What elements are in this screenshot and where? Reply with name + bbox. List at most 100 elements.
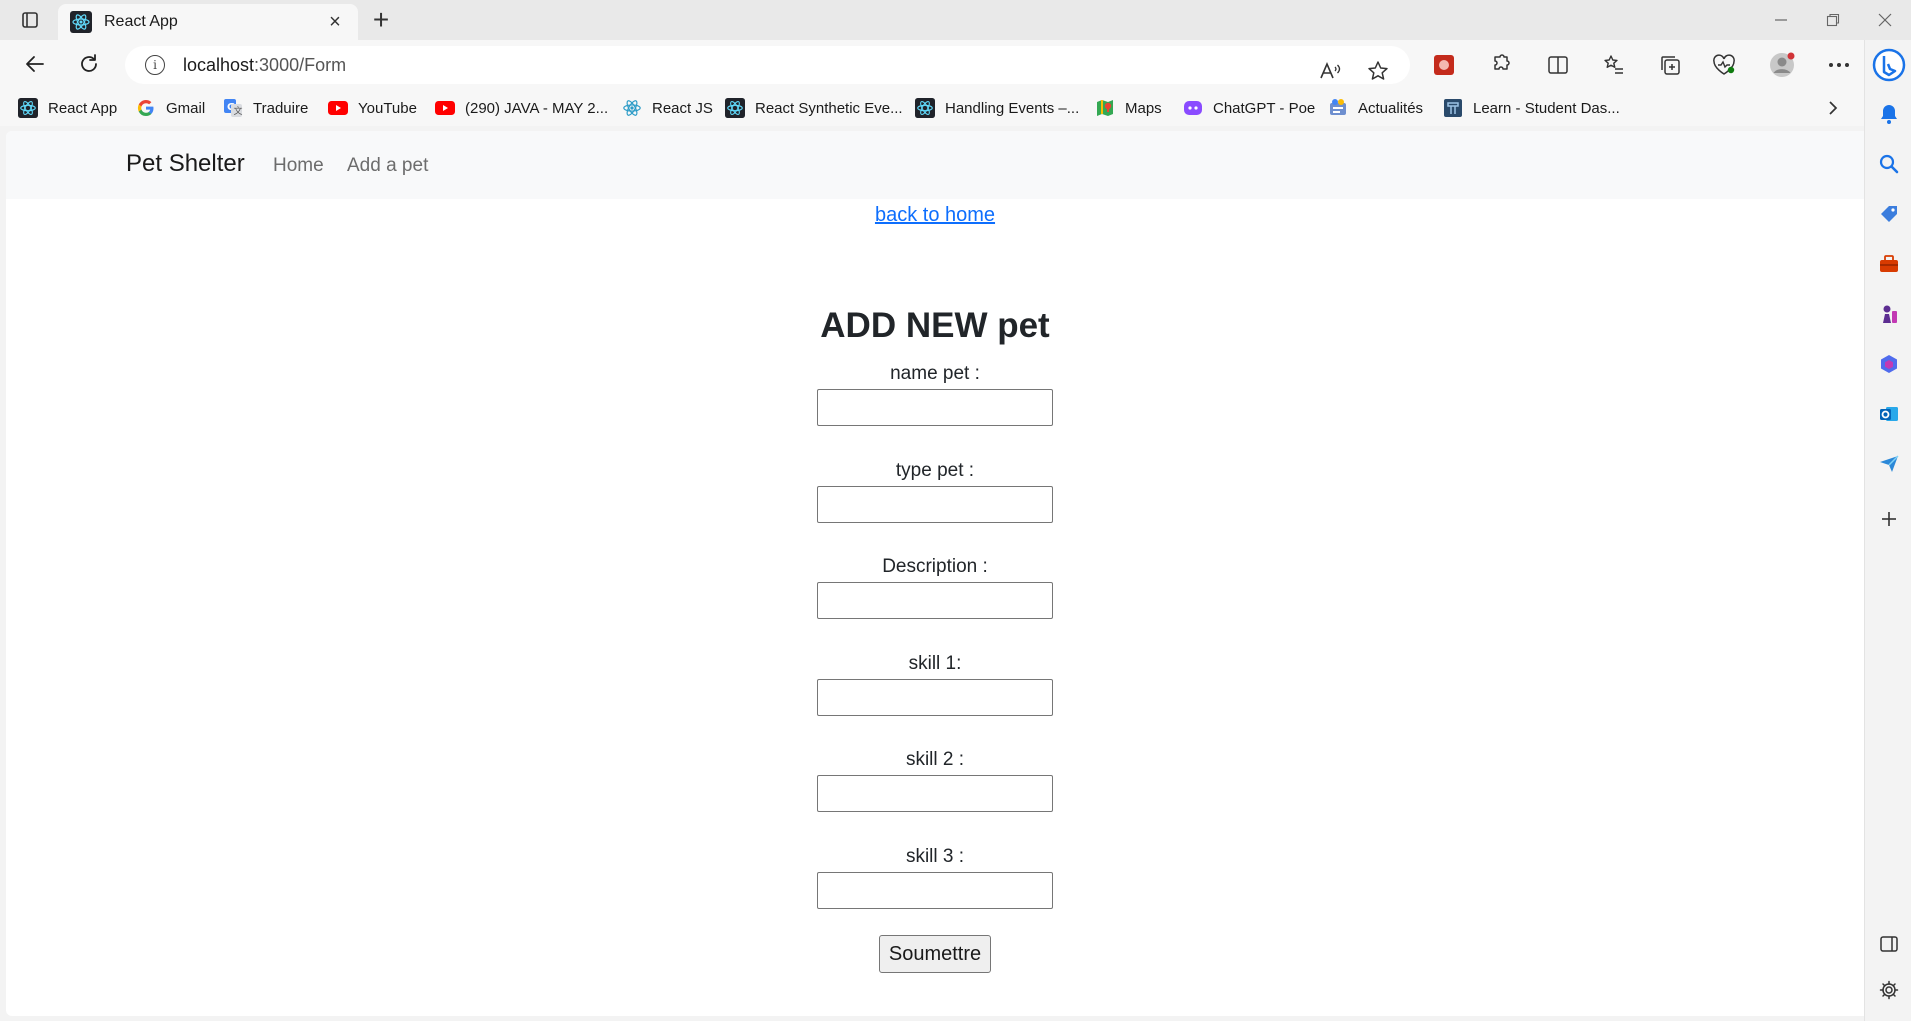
back-link-container: back to home [6, 204, 1864, 227]
tab-react-app[interactable]: React App × [58, 4, 358, 40]
office-icon [1881, 355, 1897, 373]
browser-essentials-button[interactable] [1707, 48, 1741, 82]
type-pet-input[interactable] [817, 486, 1053, 523]
notifications-button[interactable] [1875, 100, 1903, 128]
split-screen-button[interactable] [1541, 48, 1575, 82]
extension-red-icon [1434, 55, 1454, 75]
copilot-button[interactable] [1872, 48, 1906, 82]
skill-3-input[interactable] [817, 872, 1053, 909]
bookmark-chatgpt-poe[interactable]: ChatGPT - Poe [1183, 96, 1315, 120]
name-pet-field: name pet : [6, 361, 1864, 431]
bookmark-react-app[interactable]: React App [18, 96, 117, 120]
description-field: Description : [6, 554, 1864, 624]
outlook-icon [1880, 407, 1898, 421]
react-icon [725, 98, 745, 118]
bookmark-react-js[interactable]: React JS [622, 96, 713, 120]
react-icon [915, 98, 935, 118]
bookmark-label: Gmail [166, 99, 206, 117]
arrow-left-icon [26, 56, 44, 72]
bookmark-maps[interactable]: Maps [1095, 96, 1162, 120]
submit-button[interactable]: Soumettre [878, 935, 992, 973]
hide-sidebar-button[interactable] [1875, 930, 1903, 958]
extensions-button[interactable] [1483, 48, 1517, 82]
type-pet-field: type pet : [6, 458, 1864, 528]
back-to-home-link[interactable]: back to home [875, 204, 995, 226]
submit-container: Soumettre [6, 935, 1864, 973]
send-drop-icon [1880, 455, 1899, 472]
sidebar-settings-button[interactable] [1875, 976, 1903, 1004]
refresh-button[interactable] [72, 48, 106, 80]
bookmark-label: React JS [652, 99, 713, 117]
address-bar[interactable]: i localhost:3000/Form [125, 46, 1410, 84]
games-button[interactable] [1875, 300, 1903, 328]
description-label: Description : [882, 556, 988, 577]
collections-icon [1661, 56, 1680, 75]
back-button[interactable] [18, 48, 52, 80]
browser-window: React App × + i localhost:3000/Form Reac… [0, 0, 1911, 1021]
skill-2-input[interactable] [817, 775, 1053, 812]
skill-1-input[interactable] [817, 679, 1053, 716]
add-sidebar-app-button[interactable] [1875, 505, 1903, 533]
outlook-button[interactable] [1875, 400, 1903, 428]
youtube-icon [435, 101, 455, 115]
maps-icon [1097, 100, 1113, 116]
description-input[interactable] [817, 582, 1053, 619]
extension-button[interactable] [1427, 48, 1461, 82]
shopping-button[interactable] [1875, 200, 1903, 228]
favorites-button[interactable] [1597, 48, 1631, 82]
bookmark-react-synthetic-events[interactable]: React Synthetic Eve... [725, 96, 903, 120]
bookmarks-overflow-button[interactable] [1820, 96, 1846, 120]
tab-title: React App [104, 13, 178, 30]
close-icon [1878, 13, 1892, 27]
avatar-icon [1770, 52, 1795, 77]
refresh-icon [81, 54, 97, 72]
search-icon [1879, 154, 1899, 174]
name-pet-input[interactable] [817, 389, 1053, 426]
minimize-button[interactable] [1753, 0, 1809, 40]
url-text: localhost:3000/Form [183, 54, 347, 75]
bookmark-label: Learn - Student Das... [1473, 99, 1620, 117]
bookmark-java-video[interactable]: (290) JAVA - MAY 2... [435, 96, 608, 120]
collections-button[interactable] [1653, 48, 1687, 82]
bookmark-label: React App [48, 99, 118, 117]
poe-icon [1184, 101, 1202, 115]
bookmark-youtube[interactable]: YouTube [328, 96, 417, 120]
puzzle-icon [1494, 54, 1510, 70]
nav-link-add-pet[interactable]: Add a pet [347, 155, 428, 177]
type-pet-label: type pet : [895, 460, 975, 481]
profile-button[interactable] [1765, 48, 1799, 82]
browser-toolbar: i localhost:3000/Form [0, 40, 1911, 88]
skill-1-label: skill 1: [908, 653, 962, 674]
toolbox-icon [1880, 255, 1898, 272]
tab-strip: React App × + [0, 0, 1911, 40]
bing-icon [1872, 48, 1906, 82]
site-info-icon[interactable]: i [145, 55, 165, 75]
restore-button[interactable] [1805, 0, 1861, 40]
office-button[interactable] [1875, 350, 1903, 378]
close-window-button[interactable] [1857, 0, 1911, 40]
close-tab-icon[interactable]: × [324, 11, 346, 33]
bookmark-label: Actualités [1358, 99, 1424, 117]
name-pet-label: name pet : [890, 363, 980, 384]
learn-icon [1444, 99, 1462, 117]
bookmark-traduire[interactable]: G文 Traduire [223, 96, 308, 120]
bookmark-actualites[interactable]: Actualités [1328, 96, 1423, 120]
tools-button[interactable] [1875, 250, 1903, 278]
skill-3-label: skill 3 : [905, 846, 965, 867]
new-tab-button[interactable]: + [366, 4, 396, 35]
svg-text:文: 文 [234, 105, 243, 117]
nav-link-home[interactable]: Home [273, 155, 324, 177]
bookmark-learn-student[interactable]: Learn - Student Das... [1443, 96, 1620, 120]
brand-link[interactable]: Pet Shelter [126, 150, 245, 178]
drop-button[interactable] [1875, 450, 1903, 478]
read-aloud-button[interactable] [1315, 56, 1345, 86]
settings-more-button[interactable] [1822, 48, 1856, 82]
search-sidebar-button[interactable] [1875, 150, 1903, 178]
bookmark-gmail[interactable]: Gmail [136, 96, 205, 120]
skill-2-label: skill 2 : [905, 749, 965, 770]
skill-1-field: skill 1: [6, 651, 1864, 721]
bookmark-handling-events[interactable]: Handling Events –... [915, 96, 1079, 120]
heart-pulse-icon [1713, 54, 1735, 75]
tab-actions-button[interactable] [14, 6, 46, 34]
favorite-star-button[interactable] [1363, 56, 1393, 86]
